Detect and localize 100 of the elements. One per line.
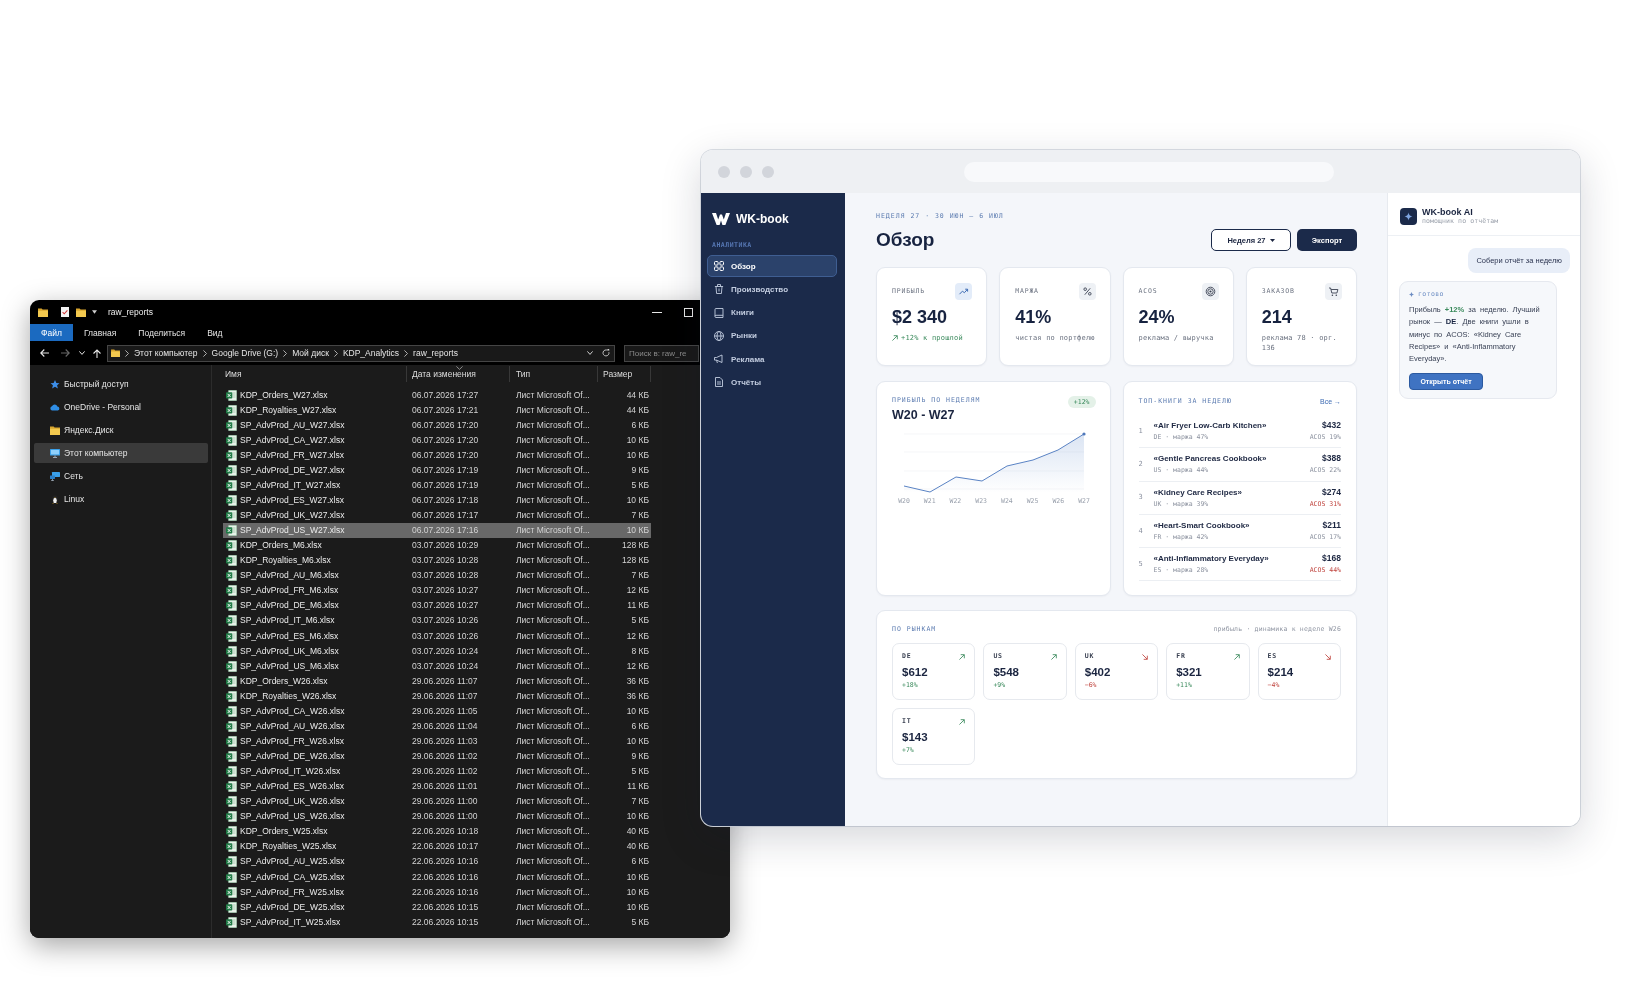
chevron-right-icon[interactable] (125, 349, 129, 357)
file-row[interactable]: SP_AdvProd_US_M6.xlsx 03.07.2026 10:24 Лист Microsoft Of... 12 КБ (223, 658, 651, 674)
ribbon-tab[interactable]: Вид (196, 324, 234, 341)
nav-item[interactable]: Рынки (707, 324, 837, 347)
spreadsheet-icon (226, 856, 237, 868)
nav-item[interactable]: Быстрый доступ (34, 374, 208, 394)
address-bar[interactable]: Этот компьютер Google Drive (G:) Мой диск KDP_Analytics raw_reports (107, 344, 615, 362)
column-header[interactable]: Тип (510, 366, 598, 382)
file-row[interactable]: SP_AdvProd_IT_W25.xlsx 22.06.2026 10:15 Лист Microsoft Of... 5 КБ (223, 914, 651, 930)
folder-icon (111, 349, 120, 357)
nav-item[interactable]: OneDrive - Personal (34, 397, 208, 417)
column-header[interactable]: Дата изменения (407, 366, 510, 382)
file-row[interactable]: SP_AdvProd_DE_W25.xlsx 22.06.2026 10:15 Лист Microsoft Of... 10 КБ (223, 899, 651, 915)
nav-item[interactable]: Отчёты (707, 371, 837, 394)
file-row[interactable]: KDP_Orders_M6.xlsx 03.07.2026 10:29 Лист Microsoft Of... 128 КБ (223, 538, 651, 554)
file-row[interactable]: KDP_Royalties_W26.xlsx 29.06.2026 11:07 Лист Microsoft Of... 36 КБ (223, 688, 651, 704)
nav-item[interactable]: Сеть (34, 466, 208, 486)
file-row[interactable]: SP_AdvProd_DE_W26.xlsx 29.06.2026 11:02 Лист Microsoft Of... 9 КБ (223, 749, 651, 765)
file-row[interactable]: KDP_Royalties_W27.xlsx 06.07.2026 17:21 Лист Microsoft Of... 44 КБ (223, 402, 651, 418)
ribbon-tab[interactable]: Поделиться (127, 324, 197, 341)
file-row[interactable]: SP_AdvProd_UK_M6.xlsx 03.07.2026 10:24 Лист Microsoft Of... 8 КБ (223, 643, 651, 659)
file-row[interactable]: SP_AdvProd_CA_W26.xlsx 29.06.2026 11:05 Лист Microsoft Of... 10 КБ (223, 703, 651, 719)
market-profit: $402 (1084, 665, 1111, 679)
file-row[interactable]: KDP_Royalties_M6.xlsx 03.07.2026 10:28 Лист Microsoft Of... 128 КБ (223, 553, 651, 569)
file-row[interactable]: SP_AdvProd_UK_W26.xlsx 29.06.2026 11:00 Лист Microsoft Of... 7 КБ (223, 794, 651, 810)
chevron-right-icon[interactable] (202, 349, 207, 357)
file-row[interactable]: SP_AdvProd_CA_W27.xlsx 06.07.2026 17:20 Лист Microsoft Of... 10 КБ (223, 432, 651, 448)
file-row[interactable]: SP_AdvProd_ES_W27.xlsx 06.07.2026 17:18 Лист Microsoft Of... 10 КБ (223, 492, 651, 508)
file-row[interactable]: SP_AdvProd_FR_M6.xlsx 03.07.2026 10:27 Лист Microsoft Of... 12 КБ (223, 583, 651, 599)
nav-item[interactable]: Книги (707, 301, 837, 324)
chevron-right-icon[interactable] (333, 349, 338, 357)
chevron-down-icon[interactable] (79, 351, 85, 355)
file-row[interactable]: SP_AdvProd_AU_M6.xlsx 03.07.2026 10:28 Лист Microsoft Of... 7 КБ (223, 568, 651, 584)
ribbon-tab[interactable]: Главная (72, 324, 128, 341)
file-row[interactable]: SP_AdvProd_IT_M6.xlsx 03.07.2026 10:26 Лист Microsoft Of... 5 КБ (223, 613, 651, 629)
kpi-value: 214 (1261, 306, 1292, 328)
nav-item[interactable]: Этот компьютер (34, 443, 208, 463)
nav-item[interactable]: Реклама (707, 348, 837, 371)
file-row[interactable]: SP_AdvProd_UK_W27.xlsx 06.07.2026 17:17 Лист Microsoft Of... 7 КБ (223, 508, 651, 524)
file-row[interactable]: SP_AdvProd_DE_W27.xlsx 06.07.2026 17:19 Лист Microsoft Of... 9 КБ (223, 462, 651, 478)
modified-date: 03.07.2026 10:28 (412, 555, 479, 566)
modified-date: 29.06.2026 11:01 (412, 781, 478, 792)
file-row[interactable]: SP_AdvProd_FR_W25.xlsx 22.06.2026 10:16 Лист Microsoft Of... 10 КБ (223, 884, 651, 900)
spreadsheet-icon (226, 645, 237, 657)
breadcrumb-item[interactable]: KDP_Analytics (342, 348, 400, 358)
back-arrow-icon[interactable] (40, 349, 49, 357)
target-icon (1201, 283, 1219, 300)
file-row[interactable]: SP_AdvProd_ES_W26.xlsx 29.06.2026 11:01 Лист Microsoft Of... 11 КБ (223, 779, 651, 795)
breadcrumb-item[interactable]: Google Drive (G:) (211, 348, 279, 358)
minimize-icon[interactable] (652, 311, 662, 313)
file-row[interactable]: SP_AdvProd_CA_W25.xlsx 22.06.2026 10:16 Лист Microsoft Of... 10 КБ (223, 869, 651, 885)
file-row[interactable]: SP_AdvProd_AU_W26.xlsx 29.06.2026 11:04 Лист Microsoft Of... 6 КБ (223, 718, 651, 734)
file-row[interactable]: SP_AdvProd_DE_M6.xlsx 03.07.2026 10:27 Лист Microsoft Of... 11 КБ (223, 598, 651, 614)
file-size: 10 КБ (626, 494, 649, 505)
modified-date: 06.07.2026 17:27 (412, 389, 479, 400)
file-row[interactable]: SP_AdvProd_AU_W27.xlsx 06.07.2026 17:20 Лист Microsoft Of... 6 КБ (223, 417, 651, 433)
file-row[interactable]: SP_AdvProd_FR_W27.xlsx 06.07.2026 17:20 Лист Microsoft Of... 10 КБ (223, 447, 651, 463)
file-size: 10 КБ (626, 735, 649, 746)
nav-item[interactable]: Производство (707, 278, 837, 301)
chevron-right-icon[interactable] (404, 349, 409, 357)
modified-date: 03.07.2026 10:26 (412, 630, 479, 641)
penguin-icon (50, 494, 60, 504)
chevron-right-icon[interactable] (283, 349, 288, 357)
breadcrumb-item[interactable]: Этот компьютер (134, 348, 198, 358)
refresh-icon[interactable] (602, 349, 610, 357)
nav-item[interactable]: Linux (34, 489, 208, 509)
search-field[interactable]: Поиск в: raw_re (624, 344, 699, 362)
spreadsheet-icon (226, 871, 237, 883)
nav-item[interactable]: Обзор (707, 255, 837, 277)
file-row[interactable]: SP_AdvProd_US_W27.xlsx 06.07.2026 17:16 Лист Microsoft Of... 10 КБ (223, 523, 651, 539)
file-row[interactable]: SP_AdvProd_FR_W26.xlsx 29.06.2026 11:03 Лист Microsoft Of... 10 КБ (223, 733, 651, 749)
book-profit: $274 (1322, 486, 1341, 498)
book-profit: $168 (1322, 553, 1341, 565)
breadcrumb-item[interactable]: raw_reports (413, 348, 458, 358)
file-row[interactable]: SP_AdvProd_IT_W26.xlsx 29.06.2026 11:02 Лист Microsoft Of... 5 КБ (223, 764, 651, 780)
file-row[interactable]: SP_AdvProd_AU_W25.xlsx 22.06.2026 10:16 Лист Microsoft Of... 6 КБ (223, 854, 651, 870)
file-size: 5 КБ (631, 766, 649, 777)
market-profit: $214 (1267, 665, 1294, 679)
nav-item[interactable]: Яндекс.Диск (34, 420, 208, 440)
file-row[interactable]: SP_AdvProd_ES_M6.xlsx 03.07.2026 10:26 Лист Microsoft Of... 12 КБ (223, 628, 651, 644)
file-row[interactable]: SP_AdvProd_IT_W27.xlsx 06.07.2026 17:19 Лист Microsoft Of... 5 КБ (223, 477, 651, 493)
spreadsheet-icon (226, 690, 237, 702)
chevron-down-icon[interactable] (587, 351, 593, 355)
up-arrow-icon[interactable] (93, 348, 101, 358)
checklist-icon[interactable] (61, 307, 69, 317)
column-header[interactable]: Размер (598, 366, 651, 382)
file-row[interactable]: KDP_Orders_W25.xlsx 22.06.2026 10:18 Лист Microsoft Of... 40 КБ (223, 824, 651, 840)
file-name: KDP_Orders_W26.xlsx (240, 675, 328, 687)
column-header[interactable]: Имя (223, 366, 407, 382)
folder-icon[interactable] (38, 307, 48, 317)
ribbon-tab[interactable]: Файл (30, 324, 73, 341)
dropdown-caret-icon[interactable] (92, 310, 97, 314)
file-row[interactable]: KDP_Royalties_W25.xlsx 22.06.2026 10:17 Лист Microsoft Of... 40 КБ (223, 839, 651, 855)
breadcrumb-item[interactable]: Мой диск (292, 348, 329, 358)
file-name: SP_AdvProd_ES_W27.xlsx (240, 494, 344, 506)
maximize-icon[interactable] (684, 307, 693, 317)
file-row[interactable]: KDP_Orders_W26.xlsx 29.06.2026 11:07 Лист Microsoft Of... 36 КБ (223, 673, 651, 689)
file-row[interactable]: SP_AdvProd_US_W26.xlsx 29.06.2026 11:00 Лист Microsoft Of... 10 КБ (223, 809, 651, 825)
file-row[interactable]: KDP_Orders_W27.xlsx 06.07.2026 17:27 Лист Microsoft Of... 44 КБ (223, 387, 651, 403)
folder-icon[interactable] (76, 307, 86, 317)
